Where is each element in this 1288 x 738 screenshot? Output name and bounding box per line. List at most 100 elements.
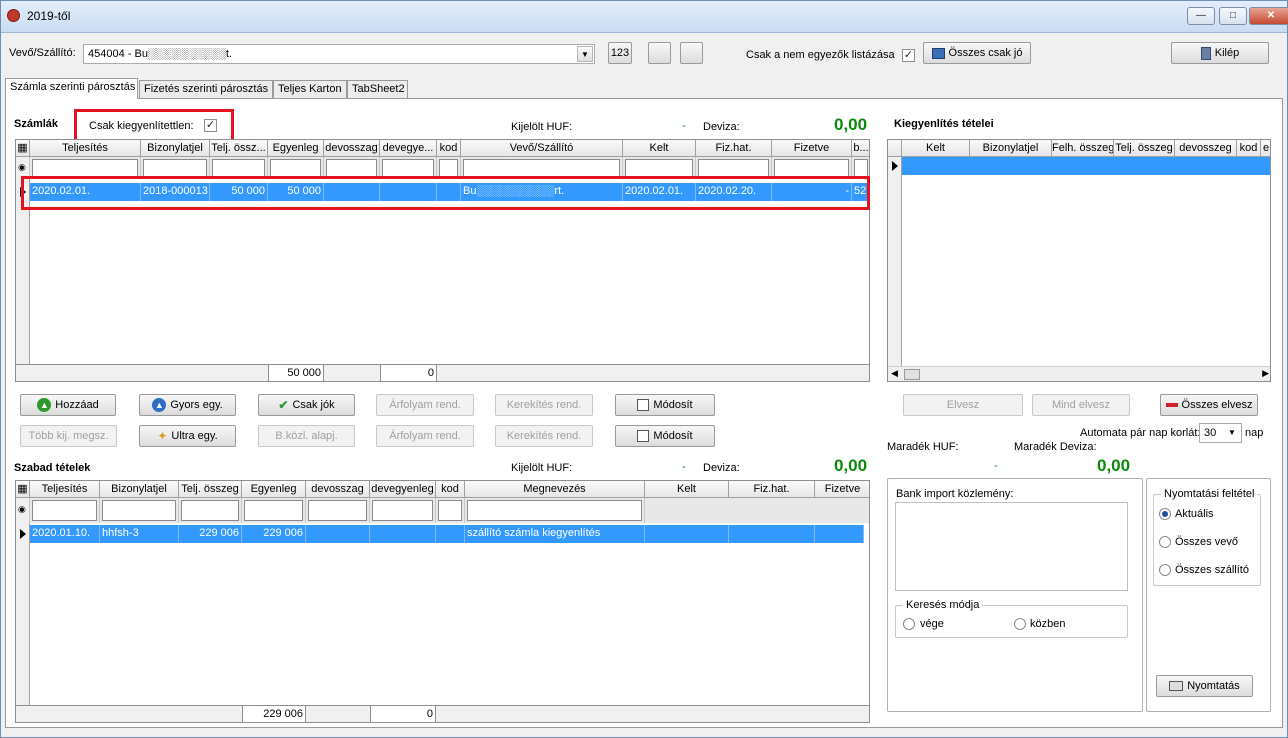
col-kod[interactable]: kod [1237,140,1261,157]
rounding-button[interactable]: Kerekítés rend. [495,394,593,416]
filter-bizonylatjel[interactable] [102,500,176,521]
col-egyenleg[interactable]: Egyenleg [268,140,324,157]
filter-devegyenleg[interactable] [372,500,433,521]
col-devosszag[interactable]: devosszag [306,481,370,498]
col-devosszag[interactable]: devosszag [324,140,380,157]
radio-print-all-supplier[interactable] [1159,564,1171,576]
chevron-down-icon[interactable]: ▼ [577,46,593,62]
tab-tabsheet2[interactable]: TabSheet2 [347,80,408,99]
filter-bizonylatjel[interactable] [143,159,207,177]
tab-full-ledger[interactable]: Teljes Karton [273,80,347,99]
print-button[interactable]: Nyomtatás [1156,675,1253,697]
filter-telj-osszeg[interactable] [181,500,239,521]
scroll-left-icon[interactable]: ◀ [891,368,898,379]
col-devegyenleg[interactable]: devegye... [380,140,437,157]
horizontal-scrollbar[interactable]: ◀ ▶ [888,366,1270,381]
col-kelt[interactable]: Kelt [902,140,970,157]
col-b[interactable]: b... [852,140,869,157]
radio-search-mid[interactable] [1014,618,1026,630]
filter-fizetve[interactable] [774,159,849,177]
filter-kelt[interactable] [625,159,693,177]
filter-kod[interactable] [439,159,458,177]
tab-payment-match[interactable]: Fizetés szerinti párosztás [139,80,273,99]
col-telj-osszeg[interactable]: Telj. összeg [1114,140,1175,157]
blank-button-2[interactable] [680,42,703,64]
filter-kod[interactable] [438,500,462,521]
table-row[interactable] [902,157,1270,175]
col-kod[interactable]: kod [436,481,465,498]
filter-teljesites[interactable] [32,159,138,177]
quick-match-button[interactable]: ▲ Gyors egy. [139,394,236,416]
col-teljesites[interactable]: Teljesítés [30,481,100,498]
col-megnevezes[interactable]: Megnevezés [465,481,645,498]
radio-print-current[interactable] [1159,508,1171,520]
col-bizonylatjel[interactable]: Bizonylatjel [100,481,179,498]
filter-telj-osszeg[interactable] [212,159,265,177]
free-items-grid[interactable]: ▦ Teljesítés Bizonylatjel Telj. összeg E… [15,480,870,723]
col-bizonylatjel[interactable]: Bizonylatjel [970,140,1052,157]
tab-invoice-match[interactable]: Számla szerinti párosztás [5,78,138,99]
filter-egyenleg[interactable] [244,500,303,521]
col-egyenleg[interactable]: Egyenleg [242,481,306,498]
modify-button[interactable]: Módosít [615,394,715,416]
exit-button[interactable]: Kilép [1171,42,1269,64]
col-fizetve[interactable]: Fizetve [772,140,852,157]
rounding-button-2[interactable]: Kerekítés rend. [495,425,593,447]
col-fiz-hat[interactable]: Fiz.hat. [729,481,815,498]
auto-days-combo[interactable]: 30 ▼ [1199,423,1242,443]
col-fiz-hat[interactable]: Fiz.hat. [696,140,772,157]
col-fizetve[interactable]: Fizetve [815,481,869,498]
all-ok-button[interactable]: Összes csak jó [923,42,1031,64]
btn-123[interactable]: 123 [608,42,632,64]
drop-all-button[interactable]: Mind elvesz [1032,394,1130,416]
col-devegyenleg[interactable]: devegyenleg [370,481,436,498]
filter-devosszag[interactable] [308,500,367,521]
bank-basis-button[interactable]: B.közl. alapj. [258,425,355,447]
rate-button[interactable]: Árfolyam rend. [376,394,474,416]
scroll-thumb[interactable] [904,369,920,380]
filter-vevo-szallito[interactable] [463,159,620,177]
col-kelt[interactable]: Kelt [645,481,729,498]
col-devosszeg[interactable]: devosszeg [1175,140,1237,157]
filter-fiz-hat[interactable] [698,159,769,177]
col-telj-osszeg[interactable]: Telj. össz... [210,140,268,157]
only-ok-button[interactable]: ✔ Csak jók [258,394,355,416]
drop-every-button[interactable]: Összes elvesz [1160,394,1258,416]
filter-devegyenleg[interactable] [382,159,434,177]
filter-egyenleg[interactable] [270,159,321,177]
modify-button-2[interactable]: Módosít [615,425,715,447]
drop-button[interactable]: Elvesz [903,394,1023,416]
col-e[interactable]: e [1261,140,1270,157]
rate-button-2[interactable]: Árfolyam rend. [376,425,474,447]
ultra-match-button[interactable]: ✦ Ultra egy. [139,425,236,447]
bank-import-memo[interactable] [895,502,1128,591]
filter-teljesites[interactable] [32,500,97,521]
grid-settings-icon[interactable]: ▦ [16,140,30,157]
col-telj-osszeg[interactable]: Telj. összeg [179,481,242,498]
partner-combo[interactable]: 454004 - Bu░░░░░░░░░░t. ▼ [83,44,595,64]
radio-print-all-customer[interactable] [1159,536,1171,548]
table-row[interactable]: 2020.01.10. hhfsh-3 229 006 229 006 szál… [30,525,864,543]
chevron-down-icon[interactable]: ▼ [1224,425,1240,441]
col-felh-osszeg[interactable]: Felh. összeg [1052,140,1114,157]
settle-grid[interactable]: Kelt Bizonylatjel Felh. összeg Telj. öss… [887,139,1271,382]
filter-b[interactable] [854,159,868,177]
blank-button-1[interactable] [648,42,671,64]
col-bizonylatjel[interactable]: Bizonylatjel [141,140,210,157]
minimize-button[interactable]: — [1187,7,1215,25]
multi-settle-button[interactable]: Több kij. megsz. [20,425,117,447]
col-vevo-szallito[interactable]: Vevő/Szállító [461,140,623,157]
col-teljesites[interactable]: Teljesítés [30,140,141,157]
only-mismatch-checkbox[interactable]: ✓ [902,49,915,62]
add-button[interactable]: ▲ Hozzáad [20,394,116,416]
filter-devosszag[interactable] [326,159,377,177]
maximize-button[interactable]: □ [1219,7,1247,25]
close-button[interactable]: ✕ [1249,7,1288,25]
filter-binoculars-icon[interactable]: ◉ [16,498,30,523]
grid-settings-icon[interactable]: ▦ [16,481,30,498]
radio-search-end[interactable] [903,618,915,630]
col-kelt[interactable]: Kelt [623,140,696,157]
col-kod[interactable]: kod [437,140,461,157]
scroll-right-icon[interactable]: ▶ [1262,368,1269,379]
filter-megnevezes[interactable] [467,500,642,521]
